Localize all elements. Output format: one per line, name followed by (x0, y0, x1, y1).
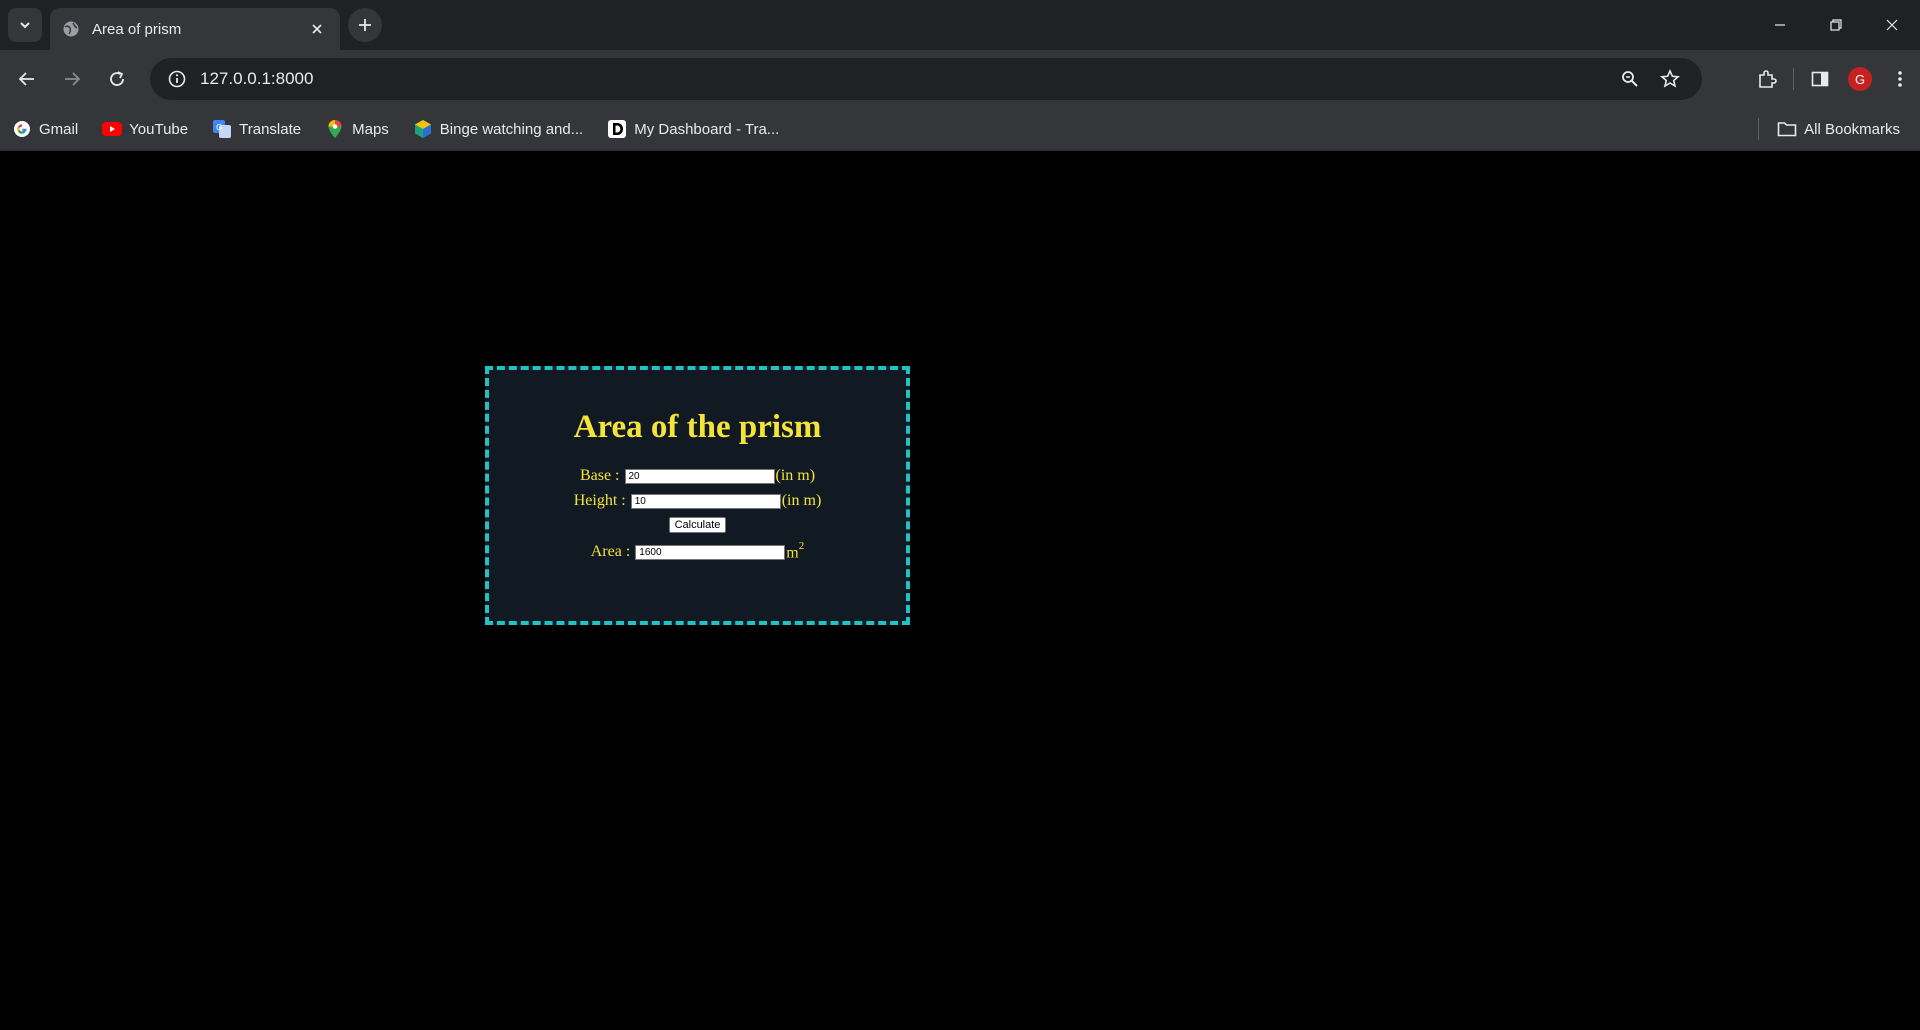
area-unit-base: m (786, 544, 799, 562)
back-arrow-icon (18, 72, 34, 86)
profile-button[interactable]: G (1840, 62, 1880, 96)
close-icon (1886, 19, 1898, 31)
calculate-button[interactable]: Calculate (668, 517, 727, 533)
bookmark-label: My Dashboard - Tra... (634, 120, 780, 138)
toolbar-divider (1793, 68, 1794, 90)
calculate-row: Calculate (489, 510, 906, 533)
window-controls (1752, 0, 1920, 50)
minimize-icon (1775, 24, 1785, 26)
page-title: Area of the prism (573, 409, 822, 445)
avatar: G (1848, 67, 1872, 91)
base-row: Base : (in m) (489, 467, 906, 485)
close-tab-icon[interactable] (306, 18, 328, 40)
all-bookmarks-button[interactable]: All Bookmarks (1777, 119, 1900, 139)
area-unit: m2 (786, 540, 805, 562)
height-row: Height : (in m) (489, 492, 906, 510)
bookmark-binge[interactable]: Binge watching and... (413, 119, 583, 139)
bookmarks-divider (1758, 118, 1760, 140)
area-row: Area : m2 (489, 540, 906, 562)
reload-button[interactable] (100, 62, 134, 96)
zoom-icon[interactable] (1616, 65, 1644, 93)
area-unit-exponent: 2 (798, 540, 805, 552)
height-input[interactable] (630, 493, 781, 509)
height-label: Height : (573, 492, 626, 509)
plus-icon (359, 19, 371, 31)
translate-icon: G (212, 119, 232, 139)
bookmark-dashboard[interactable]: My Dashboard - Tra... (607, 119, 779, 139)
page-viewport: Area of the prism Base : (in m) Height :… (0, 151, 1920, 1030)
globe-icon (62, 20, 80, 38)
site-info-icon[interactable] (164, 66, 190, 92)
minimize-button[interactable] (1752, 0, 1808, 50)
forward-arrow-icon (65, 72, 81, 86)
bookmark-label: Maps (352, 120, 389, 138)
new-tab-button[interactable] (348, 8, 382, 42)
bookmark-gmail[interactable]: Gmail (12, 119, 78, 139)
maps-icon (325, 119, 345, 139)
prism-calculator-card: Area of the prism Base : (in m) Height :… (485, 366, 910, 625)
chevron-down-icon (20, 22, 30, 29)
forward-button[interactable] (55, 62, 89, 96)
tab-strip: Area of prism (0, 0, 1920, 50)
side-panel-icon[interactable] (1800, 62, 1840, 96)
binge-icon (413, 119, 433, 139)
address-bar[interactable]: 127.0.0.1:8000 (150, 58, 1702, 100)
tab-title: Area of prism (92, 20, 182, 38)
youtube-icon (102, 119, 123, 139)
base-input[interactable] (624, 468, 775, 484)
back-button[interactable] (10, 62, 44, 96)
bookmark-star-icon[interactable] (1656, 65, 1684, 93)
browser-toolbar: 127.0.0.1:8000 G (0, 50, 1920, 108)
gmail-icon (12, 119, 32, 139)
folder-icon (1777, 119, 1797, 139)
reload-icon (110, 71, 124, 86)
bookmark-label: YouTube (129, 120, 189, 138)
area-label: Area : (590, 543, 631, 561)
svg-text:G: G (216, 123, 222, 132)
bookmark-translate[interactable]: G Translate (212, 119, 301, 139)
bookmark-youtube[interactable]: YouTube (102, 119, 188, 139)
bookmark-maps[interactable]: Maps (325, 119, 389, 139)
bookmark-label: Binge watching and... (439, 120, 584, 138)
close-window-button[interactable] (1864, 0, 1920, 50)
area-output[interactable] (635, 544, 786, 560)
active-tab[interactable]: Area of prism (50, 8, 340, 50)
restore-icon (1830, 19, 1842, 31)
base-unit: (in m) (775, 467, 816, 484)
height-unit: (in m) (781, 492, 822, 509)
url-text[interactable]: 127.0.0.1:8000 (200, 69, 1616, 89)
tab-search-button[interactable] (8, 8, 42, 42)
bookmarks-bar: Gmail YouTube G Translate Maps Binge wat… (0, 108, 1920, 151)
bookmark-label: Gmail (39, 120, 79, 138)
all-bookmarks-label: All Bookmarks (1804, 120, 1900, 138)
menu-icon[interactable] (1880, 62, 1920, 96)
restore-button[interactable] (1808, 0, 1864, 50)
dashboard-icon (607, 119, 627, 139)
extensions-icon[interactable] (1747, 62, 1787, 96)
bookmark-label: Translate (239, 120, 302, 138)
base-label: Base : (579, 467, 620, 484)
